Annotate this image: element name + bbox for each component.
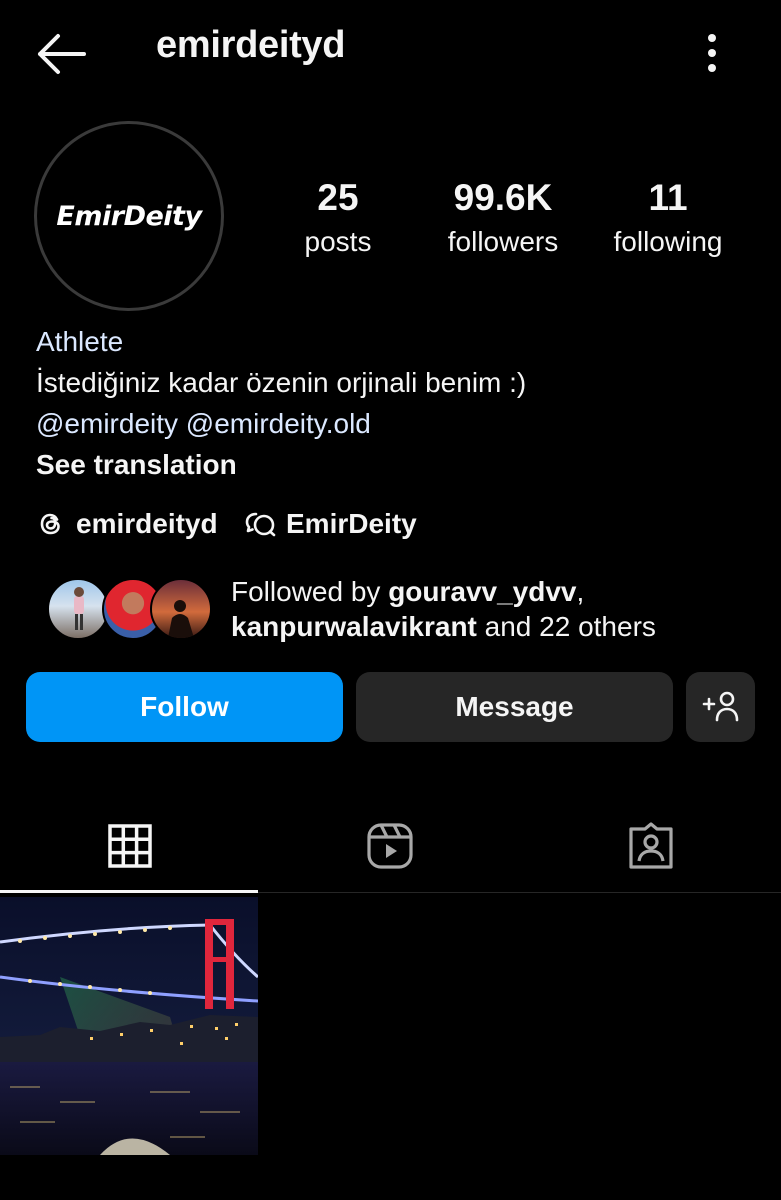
- followed-by-prefix: Followed by: [231, 576, 389, 607]
- threads-icon: [40, 513, 60, 535]
- follower-avatar[interactable]: [47, 578, 109, 640]
- following-count: 11: [648, 177, 688, 218]
- stat-posts[interactable]: 25 posts: [258, 176, 418, 264]
- profile-bio: İstediğiniz kadar özenin orjinali benim …: [36, 367, 527, 398]
- post-thumbnail[interactable]: [0, 897, 258, 1155]
- profile-mentions[interactable]: @emirdeity @emirdeity.old: [36, 403, 371, 444]
- community-chat-link[interactable]: EmirDeity: [244, 508, 417, 540]
- threads-link[interactable]: emirdeityd: [36, 508, 218, 540]
- tagged-icon: [629, 822, 673, 869]
- followed-by-separator: ,: [576, 576, 585, 607]
- profile-username: emirdeityd: [156, 24, 346, 66]
- tab-tagged[interactable]: [521, 800, 781, 892]
- follow-button[interactable]: Follow: [26, 672, 343, 742]
- message-button[interactable]: Message: [356, 672, 673, 742]
- suggested-users-button[interactable]: [686, 672, 755, 742]
- active-tab-indicator: [0, 890, 258, 893]
- back-button[interactable]: [34, 30, 88, 78]
- mutual-follower-1[interactable]: gouravv_ydvv: [388, 576, 576, 607]
- profile-avatar[interactable]: EmirDeity: [34, 121, 224, 311]
- threads-handle: emirdeityd: [76, 508, 218, 539]
- community-name: EmirDeity: [286, 508, 417, 539]
- profile-category: Athlete: [36, 326, 124, 357]
- avatar-logo-text: EmirDeity: [56, 200, 202, 232]
- more-vertical-icon: [708, 34, 716, 72]
- grid-icon: [108, 824, 152, 868]
- followed-by-text[interactable]: Followed by gouravv_ydvv, kanpurwalavikr…: [231, 574, 656, 644]
- follower-avatar[interactable]: [150, 578, 212, 640]
- posts-count: 25: [317, 177, 359, 218]
- tab-posts[interactable]: [0, 800, 260, 892]
- stat-followers[interactable]: 99.6K followers: [423, 176, 583, 264]
- followers-label: followers: [447, 226, 559, 257]
- add-person-icon: [702, 691, 738, 722]
- silhouette-photo: [168, 600, 194, 638]
- followers-count: 99.6K: [453, 177, 553, 218]
- more-options-button[interactable]: [695, 30, 729, 76]
- mutual-follower-2[interactable]: kanpurwalavikrant: [231, 611, 477, 642]
- person-photo: [74, 587, 84, 630]
- stat-following[interactable]: 11 following: [588, 176, 748, 264]
- followed-by-suffix: and 22 others: [476, 611, 656, 642]
- bridge-night-photo: [0, 897, 258, 1155]
- following-label: following: [613, 226, 723, 257]
- arrow-left-icon: [38, 34, 86, 74]
- see-translation-link[interactable]: See translation: [36, 444, 237, 485]
- tab-reels[interactable]: [260, 800, 520, 892]
- posts-label: posts: [304, 226, 372, 257]
- reels-icon: [367, 823, 413, 869]
- chat-bubbles-icon: [245, 512, 276, 537]
